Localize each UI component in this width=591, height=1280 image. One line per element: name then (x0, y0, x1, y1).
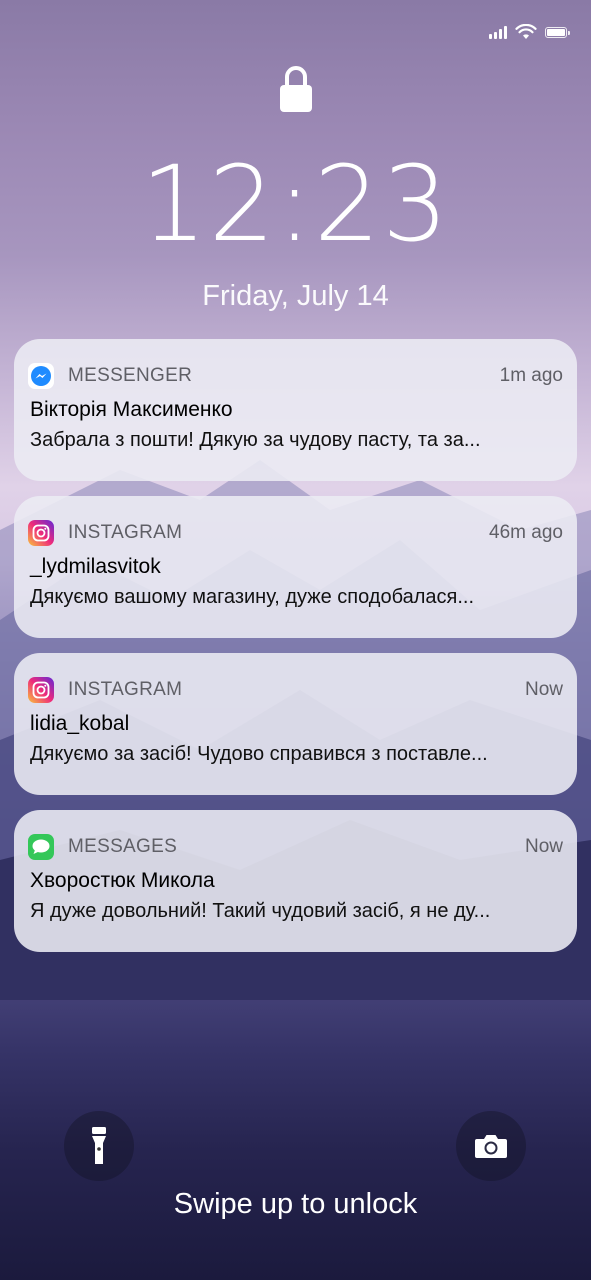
messenger-icon (28, 363, 54, 389)
camera-icon (475, 1135, 507, 1158)
clock-time: 12:23 (140, 143, 451, 265)
lock-icon (279, 66, 312, 112)
notification-message: Дякуємо за засіб! Чудово справився з пос… (30, 743, 488, 765)
app-name: MESSENGER (68, 365, 193, 386)
notification-sender: Хворостюк Микола (30, 869, 215, 892)
notification-message: Забрала з пошти! Дякую за чудову пасту, … (30, 429, 481, 451)
notification-time: 46m ago (489, 522, 563, 543)
notification-time: Now (524, 679, 563, 700)
notification-card[interactable]: MESSAGES Now Хворостюк Микола Я дуже дов… (14, 810, 577, 952)
notification-sender: Вікторія Максименко (30, 398, 233, 421)
notification-time: Now (524, 836, 563, 857)
instagram-icon (28, 677, 54, 703)
instagram-icon (28, 520, 54, 546)
app-name: INSTAGRAM (68, 522, 183, 543)
swipe-up-hint[interactable]: Swipe up to unlock (0, 1188, 591, 1221)
notification-time: 1m ago (499, 365, 563, 386)
flashlight-button[interactable] (64, 1111, 134, 1181)
notification-sender: _lydmilasvitok (30, 555, 161, 578)
messages-icon (28, 834, 54, 860)
wifi-icon (515, 24, 537, 39)
notification-sender: lidia_kobal (30, 712, 130, 735)
notification-card[interactable]: INSTAGRAM Now lidia_kobal Дякуємо за зас… (14, 653, 577, 795)
cellular-signal-icon (489, 25, 507, 39)
notification-message: Дякуємо вашому магазину, дуже сподобалас… (30, 586, 475, 608)
clock-date: Friday, July 14 (202, 280, 389, 312)
camera-button[interactable] (456, 1111, 526, 1181)
flashlight-icon (92, 1127, 106, 1164)
app-name: INSTAGRAM (68, 679, 183, 700)
notification-message: Я дуже довольний! Такий чудовий засіб, я… (30, 900, 491, 922)
battery-icon (545, 26, 570, 38)
status-bar (489, 20, 570, 44)
notification-card[interactable]: INSTAGRAM 46m ago _lydmilasvitok Дякуємо… (14, 496, 577, 638)
notification-card[interactable]: MESSENGER 1m ago Вікторія Максименко Заб… (14, 339, 577, 481)
app-name: MESSAGES (68, 836, 178, 857)
